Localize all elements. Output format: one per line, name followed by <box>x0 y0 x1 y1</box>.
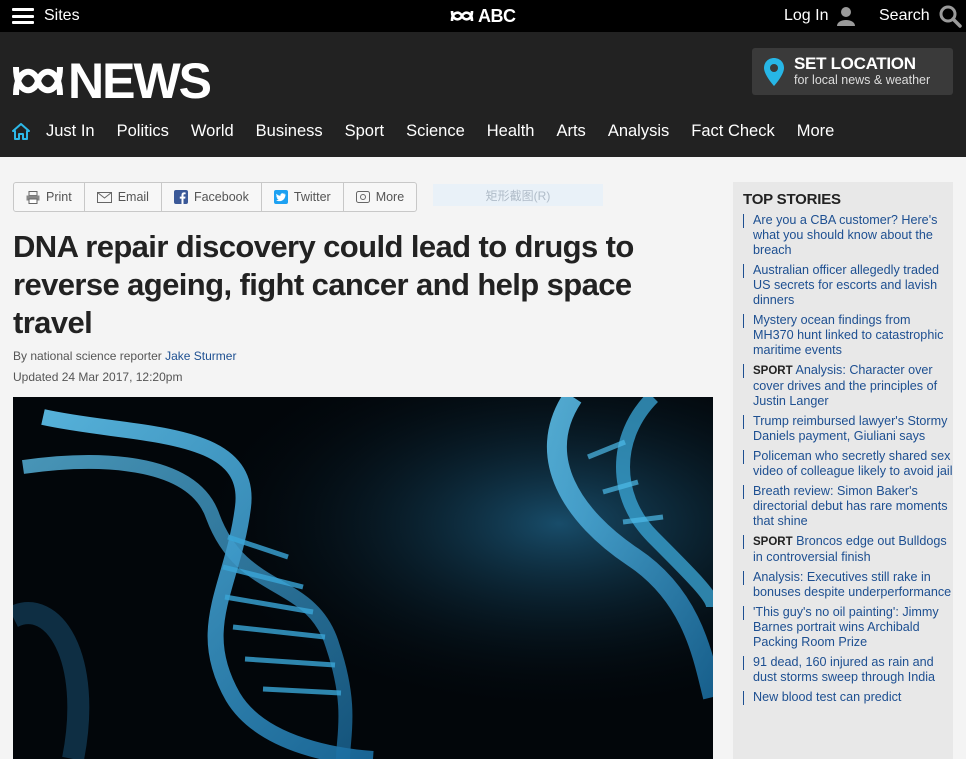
nav-home[interactable] <box>12 123 30 140</box>
logo-news-text: NEWS <box>68 53 212 109</box>
nav-item-analysis[interactable]: Analysis <box>608 122 669 141</box>
set-location-title: SET LOCATION <box>794 54 916 74</box>
set-location-button[interactable]: SET LOCATION for local news & weather <box>752 48 953 95</box>
twitter-label: Twitter <box>293 190 331 204</box>
more-share-button[interactable]: More <box>344 183 416 211</box>
story-link[interactable]: Are you a CBA customer? Here's what you … <box>743 213 953 258</box>
story-link[interactable]: Trump reimbursed lawyer's Stormy Daniels… <box>743 414 953 444</box>
facebook-label: Facebook <box>193 190 249 204</box>
sites-menu-button[interactable]: Sites <box>12 0 80 32</box>
sites-label: Sites <box>44 7 80 24</box>
email-icon <box>96 191 112 203</box>
article-byline: By national science reporter Jake Sturme… <box>13 349 236 363</box>
nav-item-business[interactable]: Business <box>256 122 323 141</box>
site-header: NEWS SET LOCATION for local news & weath… <box>0 32 966 157</box>
story-link[interactable]: SPORT Analysis: Character over cover dri… <box>743 363 953 409</box>
top-stories-list: Are you a CBA customer? Here's what you … <box>733 208 953 705</box>
story-link[interactable]: Policeman who secretly shared sex video … <box>743 449 953 479</box>
hamburger-icon <box>12 8 34 24</box>
search-label: Search <box>879 7 930 24</box>
user-icon <box>837 7 856 26</box>
story-link[interactable]: Mystery ocean findings from MH370 hunt l… <box>743 313 953 358</box>
more-share-icon <box>355 191 370 203</box>
more-share-label: More <box>375 190 405 204</box>
print-label: Print <box>46 190 72 204</box>
nav-item-politics[interactable]: Politics <box>117 122 169 141</box>
main-nav: Just In Politics World Business Sport Sc… <box>12 122 856 141</box>
email-label: Email <box>117 190 149 204</box>
sport-tag: SPORT <box>753 365 793 377</box>
nav-item-more[interactable]: More <box>797 122 835 141</box>
story-link[interactable]: 91 dead, 160 injured as rain and dust st… <box>743 655 953 685</box>
home-icon <box>12 123 30 140</box>
story-link[interactable]: 'This guy's no oil painting': Jimmy Barn… <box>743 605 953 650</box>
nav-item-just-in[interactable]: Just In <box>46 122 95 141</box>
top-stories-heading: TOP STORIES <box>743 191 841 208</box>
article-headline: DNA repair discovery could lead to drugs… <box>13 229 634 340</box>
search-button[interactable]: Search <box>879 0 962 32</box>
facebook-icon <box>173 190 188 204</box>
abc-label: ABC <box>478 5 516 26</box>
story-link[interactable]: Australian officer allegedly traded US s… <box>743 263 953 308</box>
top-stories-sidebar: TOP STORIES Are you a CBA customer? Here… <box>733 182 953 759</box>
share-toolbar: Print Email Facebook Twitter More <box>13 182 418 212</box>
byline-prefix: By national science reporter <box>13 349 166 363</box>
abc-news-logo[interactable]: NEWS <box>12 53 212 109</box>
email-button[interactable]: Email <box>85 183 162 211</box>
set-location-subtitle: for local news & weather <box>794 72 931 87</box>
story-link[interactable]: Analysis: Executives still rake in bonus… <box>743 570 953 600</box>
nav-item-sport[interactable]: Sport <box>345 122 384 141</box>
login-label: Log In <box>784 7 829 24</box>
nav-item-science[interactable]: Science <box>406 122 465 141</box>
facebook-share-button[interactable]: Facebook <box>162 183 262 211</box>
top-bar: Sites ABC Log In Search <box>0 0 966 32</box>
article-hero-image <box>13 397 713 759</box>
twitter-icon <box>273 190 288 204</box>
author-link[interactable]: Jake Sturmer <box>165 349 236 363</box>
sport-tag: SPORT <box>753 536 793 548</box>
search-icon <box>939 5 962 28</box>
abc-home-link[interactable]: ABC <box>450 0 516 32</box>
location-pin-icon <box>764 57 784 86</box>
abc-logo-icon <box>450 10 474 22</box>
print-button[interactable]: Print <box>14 183 85 211</box>
screen-capture-overlay: 矩形截图(R) <box>433 184 603 206</box>
login-button[interactable]: Log In <box>784 0 856 32</box>
nav-item-fact-check[interactable]: Fact Check <box>691 122 774 141</box>
story-link[interactable]: New blood test can predict <box>743 690 953 705</box>
story-link[interactable]: SPORT Broncos edge out Bulldogs in contr… <box>743 534 953 565</box>
dna-helix-image <box>13 397 713 759</box>
nav-item-health[interactable]: Health <box>487 122 535 141</box>
nav-item-arts[interactable]: Arts <box>556 122 585 141</box>
print-icon <box>26 190 40 204</box>
article-updated-date: Updated 24 Mar 2017, 12:20pm <box>13 370 183 384</box>
story-link[interactable]: Breath review: Simon Baker's directorial… <box>743 484 953 529</box>
twitter-share-button[interactable]: Twitter <box>262 183 344 211</box>
abc-logo-mark-icon <box>13 66 63 96</box>
nav-item-world[interactable]: World <box>191 122 234 141</box>
